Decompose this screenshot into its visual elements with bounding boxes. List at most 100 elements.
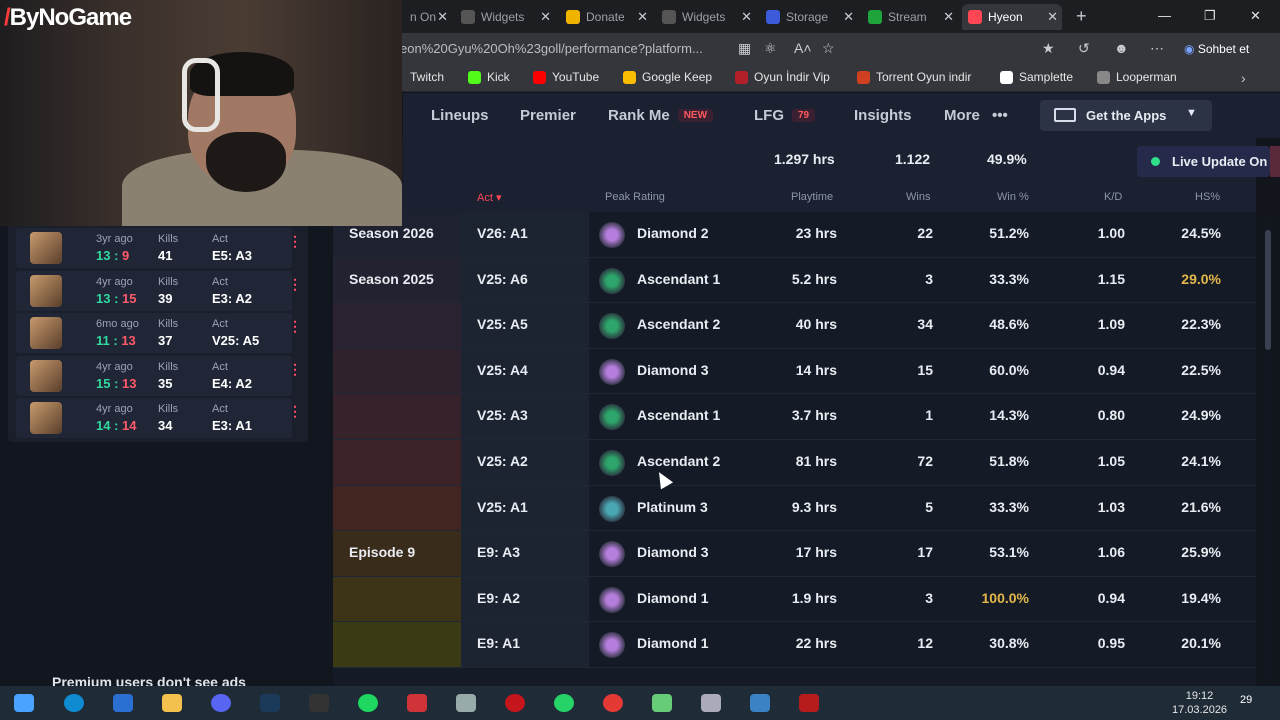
profile-icon[interactable]: ☻ xyxy=(1114,40,1129,56)
translate-icon[interactable]: ⚛ xyxy=(764,40,777,57)
scrollbar[interactable] xyxy=(1262,220,1274,686)
browser-tab[interactable]: Stream ✕ xyxy=(862,4,958,30)
tab-close-icon[interactable]: ✕ xyxy=(540,9,551,25)
opera-icon[interactable] xyxy=(505,694,525,712)
app-available-icon[interactable]: ▦ xyxy=(738,40,751,57)
match-row[interactable]: 3yr ago 13 : 9 Kills 41 Act E5: A3 ⋮ xyxy=(16,228,302,268)
wins-cell: 5 xyxy=(925,498,933,515)
header-winpct[interactable]: Win % xyxy=(997,191,1029,203)
app-box-icon[interactable] xyxy=(701,694,721,712)
explorer-icon[interactable] xyxy=(162,694,182,712)
bookmarks-more-icon[interactable]: › xyxy=(1241,70,1246,86)
match-menu-icon[interactable]: ⋮ xyxy=(288,362,302,376)
edge-icon[interactable] xyxy=(64,694,84,712)
bookmark-item[interactable]: Google Keep xyxy=(623,70,712,84)
match-row[interactable]: 6mo ago 11 : 13 Kills 37 Act V25: A5 ⋮ xyxy=(16,313,302,354)
match-row[interactable]: 4yr ago 14 : 14 Kills 34 Act E3: A1 ⋮ xyxy=(16,398,302,439)
app-blue-icon[interactable] xyxy=(750,694,770,712)
app-gray-icon[interactable] xyxy=(456,694,476,712)
nvidia-icon[interactable] xyxy=(652,694,672,712)
new-tab-button[interactable]: + xyxy=(1076,6,1087,27)
read-aloud-icon[interactable]: A˄ xyxy=(794,40,812,56)
header-act[interactable]: Act ▾ xyxy=(477,191,502,204)
bookmark-item[interactable]: Twitch xyxy=(410,70,444,84)
favorites-icon[interactable]: ★ xyxy=(1042,40,1055,57)
clock[interactable]: 19:12 17.03.2026 xyxy=(1172,689,1227,717)
table-row[interactable]: V25: A4 Diamond 3 14 hrs 15 60.0% 0.94 22.5% xyxy=(333,348,1256,395)
bookmark-item[interactable]: YouTube xyxy=(533,70,599,84)
header-wins[interactable]: Wins xyxy=(906,191,930,203)
url-field[interactable]: eon%20Gyu%20Oh%23goll/performance?platfo… xyxy=(400,39,745,59)
header-kd[interactable]: K/D xyxy=(1104,191,1122,203)
browser-tab[interactable]: Storage ✕ xyxy=(760,4,858,30)
minimize-button[interactable]: — xyxy=(1158,8,1171,23)
browser-tab[interactable]: Hyeon ✕ xyxy=(962,4,1062,30)
app-dark-red-icon[interactable] xyxy=(799,694,819,712)
kd-cell: 1.06 xyxy=(1097,544,1125,561)
match-score: 11 : 13 xyxy=(96,333,136,349)
settings-more-icon[interactable]: ⋯ xyxy=(1150,40,1164,57)
bookmark-item[interactable]: Samplette xyxy=(1000,70,1073,84)
nav-rank-me[interactable]: Rank Me NEW xyxy=(608,107,714,124)
notifications-badge[interactable]: 29 xyxy=(1240,694,1252,706)
nav-rank-me-label: Rank Me xyxy=(608,107,670,124)
restore-button[interactable]: ❐ xyxy=(1204,8,1216,24)
header-peak-rating[interactable]: Peak Rating xyxy=(605,191,665,203)
table-row[interactable]: V25: A3 Ascendant 1 3.7 hrs 1 14.3% 0.80 24.9% xyxy=(333,394,1256,440)
bookmark-item[interactable]: Oyun İndir Vip xyxy=(735,70,830,84)
history-icon[interactable]: ↺ xyxy=(1078,40,1090,57)
discord-icon[interactable] xyxy=(211,694,231,712)
nav-lineups[interactable]: Lineups xyxy=(431,107,489,124)
nav-lfg[interactable]: LFG 79 xyxy=(754,107,816,124)
table-row[interactable]: V25: A5 Ascendant 2 40 hrs 34 48.6% 1.09 22.3% xyxy=(333,303,1256,349)
bookmark-item[interactable]: Torrent Oyun indir xyxy=(857,70,971,84)
steam-icon[interactable] xyxy=(260,694,280,712)
bookmark-item[interactable]: Kick xyxy=(468,70,510,84)
browser-tab[interactable]: Donate ✕ xyxy=(560,4,652,30)
refresh-icon[interactable]: ⟳ xyxy=(1270,146,1280,177)
browser-tab[interactable]: Widgets ✕ xyxy=(455,4,555,30)
nav-insights[interactable]: Insights xyxy=(854,107,912,124)
start-icon[interactable] xyxy=(14,694,34,712)
table-row[interactable]: V25: A1 Platinum 3 9.3 hrs 5 33.3% 1.03 21.6% xyxy=(333,485,1256,532)
winpct-cell: 51.2% xyxy=(989,225,1029,241)
match-menu-icon[interactable]: ⋮ xyxy=(288,234,302,248)
nav-premier[interactable]: Premier xyxy=(520,107,576,124)
bookmark-item[interactable]: Looperman xyxy=(1097,70,1177,84)
match-row[interactable]: 4yr ago 13 : 15 Kills 39 Act E3: A2 ⋮ xyxy=(16,270,302,311)
tab-close-icon[interactable]: ✕ xyxy=(437,9,448,25)
store-icon[interactable] xyxy=(113,694,133,712)
window-close-button[interactable]: ✕ xyxy=(1250,8,1261,24)
get-apps-button[interactable]: Get the Apps ▼ xyxy=(1040,100,1212,131)
copilot-button[interactable]: ◉ Sohbet et xyxy=(1184,42,1249,56)
match-menu-icon[interactable]: ⋮ xyxy=(288,404,302,418)
match-menu-icon[interactable]: ⋮ xyxy=(288,319,302,333)
whatsapp-icon[interactable] xyxy=(554,694,574,712)
table-row[interactable]: Season 2025 V25: A6 Ascendant 1 5.2 hrs 3 33.… xyxy=(333,257,1256,304)
tab-close-icon[interactable]: ✕ xyxy=(637,9,648,25)
match-row[interactable]: 4yr ago 15 : 13 Kills 35 Act E4: A2 ⋮ xyxy=(16,355,302,396)
match-menu-icon[interactable]: ⋮ xyxy=(288,277,302,291)
table-row[interactable]: E9: A2 Diamond 1 1.9 hrs 3 100.0% 0.94 19.4% xyxy=(333,576,1256,623)
tab-close-icon[interactable]: ✕ xyxy=(943,9,954,25)
nav-more[interactable]: More ••• xyxy=(944,107,1008,124)
header-hs[interactable]: HS% xyxy=(1195,191,1220,203)
tab-close-icon[interactable]: ✕ xyxy=(1047,9,1058,25)
header-playtime[interactable]: Playtime xyxy=(791,191,833,203)
table-row[interactable]: V25: A2 Ascendant 2 81 hrs 72 51.8% 1.05 24.1% xyxy=(333,440,1256,486)
browser-tab[interactable]: n On ✕ xyxy=(404,4,452,30)
browser-tab[interactable]: Widgets ✕ xyxy=(656,4,756,30)
epic-games-icon[interactable] xyxy=(309,694,329,712)
scrollbar-thumb[interactable] xyxy=(1265,230,1271,350)
app-red-icon[interactable] xyxy=(407,694,427,712)
table-row[interactable]: Episode 9 E9: A3 Diamond 3 17 hrs 17 53.1% 1.0… xyxy=(333,531,1256,577)
spotify-icon[interactable] xyxy=(358,694,378,712)
app-red-round-icon[interactable] xyxy=(603,694,623,712)
favorite-star-icon[interactable]: ☆ xyxy=(822,40,835,57)
table-row[interactable]: E9: A1 Diamond 1 22 hrs 12 30.8% 0.95 20.1% xyxy=(333,622,1256,668)
tab-close-icon[interactable]: ✕ xyxy=(843,9,854,25)
table-row[interactable]: Season 2026 V26: A1 Diamond 2 23 hrs 22 51.2%… xyxy=(333,212,1256,258)
live-update-toggle[interactable]: Live Update On xyxy=(1137,146,1270,177)
tab-close-icon[interactable]: ✕ xyxy=(741,9,752,25)
kd-cell: 0.94 xyxy=(1097,361,1125,378)
